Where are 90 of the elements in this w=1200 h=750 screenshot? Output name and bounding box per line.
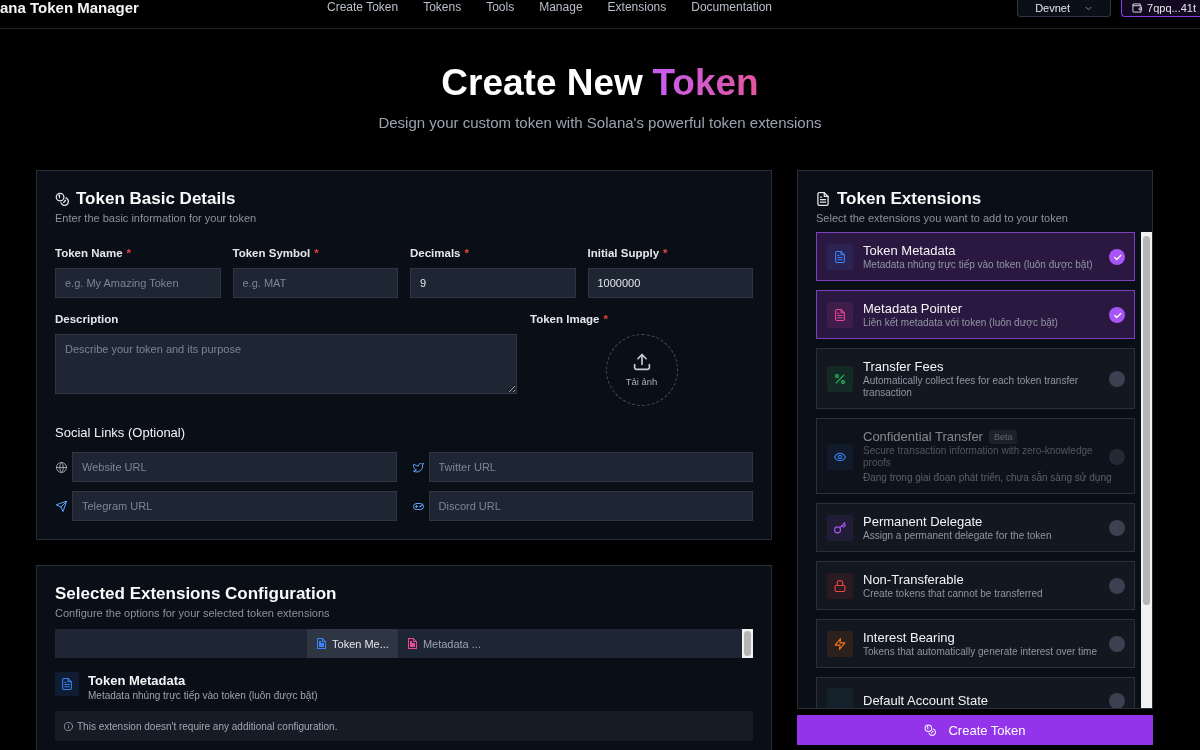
input-field[interactable]: 9 xyxy=(410,268,576,298)
section-heading: Social Links (Optional) xyxy=(55,425,187,441)
extension-description: Assign a permanent delegate for the token xyxy=(863,530,1053,542)
description-field[interactable]: Describe your token and its purpose xyxy=(55,334,517,394)
url-field[interactable]: Discord URL xyxy=(428,491,753,521)
bird-icon xyxy=(412,461,424,473)
extension-tab[interactable]: Metadata ... xyxy=(397,629,490,658)
beta-badge: Beta xyxy=(988,430,1018,444)
extension-tab[interactable]: Token Me... xyxy=(307,629,398,658)
url-field[interactable]: Twitter URL xyxy=(428,452,753,482)
scrollbar[interactable] xyxy=(742,629,753,658)
extension-title: Default Account State xyxy=(863,693,989,708)
extension-title: Token Metadata xyxy=(88,673,187,689)
extension-note: Đang trong giai đoạn phát triển, chưa sẵn sàng sử dụng xyxy=(863,472,1112,484)
nav-link[interactable]: Tokens xyxy=(423,0,462,14)
checkbox[interactable] xyxy=(1109,578,1125,594)
upload-icon xyxy=(632,353,651,371)
page-subtitle: Design your custom token with Solana's powerful token extensions xyxy=(378,113,822,133)
card-subtitle: Configure the options for your selected token extensions xyxy=(55,606,331,620)
brand-name[interactable]: ana Token Manager xyxy=(0,0,139,16)
nav-link[interactable]: Manage xyxy=(539,0,583,14)
icon-tile xyxy=(827,688,853,708)
input-field[interactable]: e.g. My Amazing Token xyxy=(55,268,221,298)
wallet-button[interactable]: 7qpq...41t xyxy=(1121,0,1200,17)
card-subtitle: Select the extensions you want to add to your token xyxy=(816,211,1069,225)
checkbox[interactable] xyxy=(1109,371,1125,387)
nav-link[interactable]: Create Token xyxy=(327,0,399,14)
card-title: Selected Extensions Configuration xyxy=(55,583,338,605)
field-label: Description xyxy=(55,312,119,327)
check-icon xyxy=(1112,252,1122,262)
required-mark: * xyxy=(464,246,469,261)
required-mark: * xyxy=(126,246,131,261)
field-label: Token Symbol xyxy=(232,246,311,261)
document-icon xyxy=(816,192,830,206)
extension-option[interactable]: Default Account State xyxy=(816,677,1135,708)
coins-icon xyxy=(924,724,937,736)
nav-link[interactable]: Documentation xyxy=(691,0,772,14)
input-field[interactable]: 1000000 xyxy=(587,268,753,298)
input-field[interactable]: e.g. MAT xyxy=(232,268,398,298)
extension-title: Confidential Transfer xyxy=(863,429,983,445)
field-label: Decimals xyxy=(410,246,461,261)
create-token-button[interactable]: Create Token xyxy=(797,715,1153,745)
extension-description: Metadata nhúng trực tiếp vào token (luôn được bật) xyxy=(88,689,318,702)
field-label: Initial Supply xyxy=(587,246,660,261)
extension-description: Liên kết metadata với token (luôn được bật) xyxy=(863,317,1059,329)
extension-title: Interest Bearing xyxy=(863,630,955,646)
url-field[interactable]: Website URL xyxy=(72,452,397,482)
extension-option[interactable]: Non-Transferable Create tokens that cannot be transferred xyxy=(816,561,1135,610)
checkbox[interactable] xyxy=(1109,307,1125,323)
extension-description: Create tokens that cannot be transferred xyxy=(863,588,1044,600)
info-icon xyxy=(64,721,73,731)
coins-icon xyxy=(55,192,69,206)
field-label: Token Name xyxy=(55,246,123,261)
extension-description: Secure transaction information with zero-knowledge proofs xyxy=(863,445,1094,469)
extension-option[interactable]: Token Metadata Metadata nhúng trực tiếp vào token (luôn được bật) xyxy=(816,232,1135,281)
extension-description: Automatically collect fees for each token transfer transaction xyxy=(863,375,1080,399)
extension-description: Metadata nhúng trực tiếp vào token (luôn được bật) xyxy=(863,259,1094,271)
card-title: Token Basic Details xyxy=(76,188,236,210)
required-mark: * xyxy=(663,246,668,261)
checkbox[interactable] xyxy=(1109,636,1125,652)
field-label: Token Image xyxy=(530,312,600,327)
extension-option[interactable]: Permanent Delegate Assign a permanent delegate for the token xyxy=(816,503,1135,552)
network-dropdown[interactable]: Devnet xyxy=(1017,0,1112,17)
checkbox[interactable] xyxy=(1109,693,1125,708)
wallet-icon xyxy=(1132,3,1143,13)
extension-option[interactable]: Interest Bearing Tokens that automatically generate interest over time xyxy=(816,619,1135,668)
extension-description: Tokens that automatically generate interest over time xyxy=(863,646,1098,658)
paper-plane-icon xyxy=(56,500,67,512)
required-mark: * xyxy=(314,246,319,261)
extension-title: Token Metadata xyxy=(863,243,956,259)
info-text: This extension doesn't require any additional configuration. xyxy=(77,720,338,732)
url-field[interactable]: Telegram URL xyxy=(72,491,397,521)
scrollbar[interactable] xyxy=(1141,232,1152,708)
extension-option[interactable]: Metadata Pointer Liên kết metadata với token (luôn được bật) xyxy=(816,290,1135,339)
nav-link[interactable]: Extensions xyxy=(607,0,667,14)
nav-link[interactable]: Tools xyxy=(486,0,515,14)
extension-title: Non-Transferable xyxy=(863,572,964,588)
extension-option[interactable]: Transfer Fees Automatically collect fees for each token transfer transaction xyxy=(816,348,1135,409)
extension-title: Transfer Fees xyxy=(863,359,944,375)
check-icon xyxy=(1112,310,1122,320)
card-title: Token Extensions xyxy=(837,188,982,210)
checkbox[interactable] xyxy=(1109,249,1125,265)
globe-icon xyxy=(56,461,67,473)
checkbox[interactable] xyxy=(1109,520,1125,536)
required-mark: * xyxy=(603,312,608,327)
gamepad-icon xyxy=(412,500,424,512)
card-subtitle: Enter the basic information for your token xyxy=(55,211,258,225)
extension-title: Permanent Delegate xyxy=(863,514,983,530)
extension-title: Metadata Pointer xyxy=(863,301,962,317)
page-title: Create New xyxy=(441,62,643,103)
